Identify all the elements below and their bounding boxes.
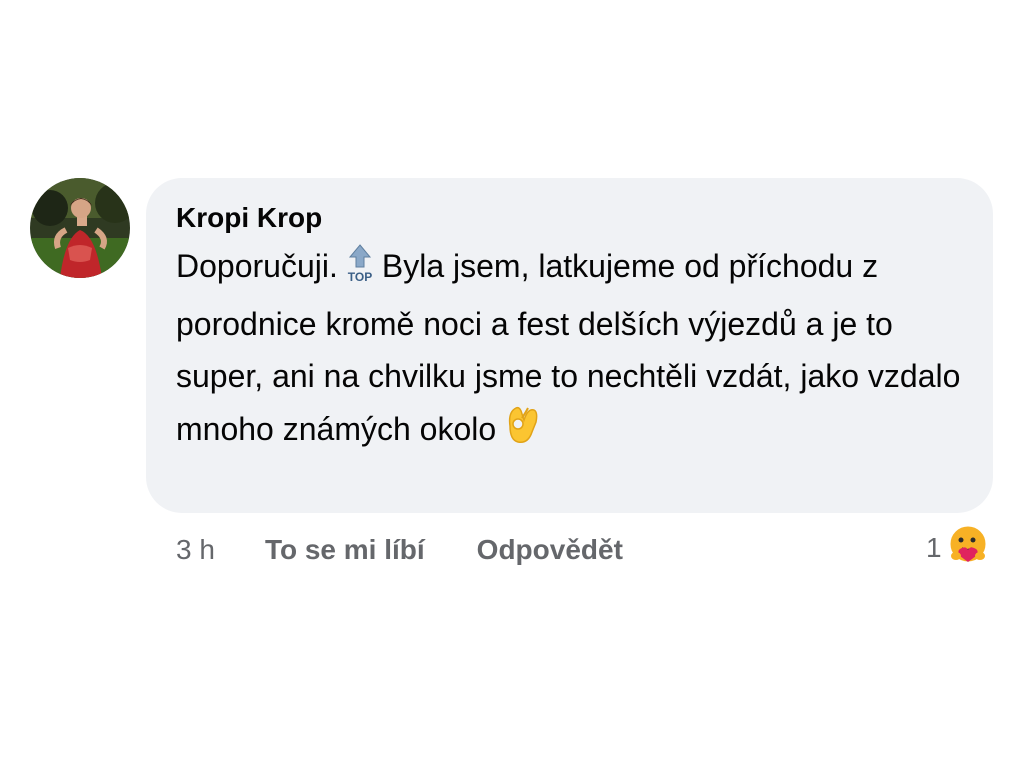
comment-bubble: Kropi Krop Doporučuji. TOP Byla jsem, latk… <box>146 178 993 513</box>
avatar[interactable] <box>30 178 130 278</box>
top-arrow-icon: TOP <box>344 243 376 298</box>
avatar-image <box>30 178 130 278</box>
ok-hand-icon <box>502 402 544 461</box>
reply-button[interactable]: Odpovědět <box>477 534 623 566</box>
comment-timestamp[interactable]: 3 h <box>176 534 215 566</box>
comment-actions: 3 h To se mi líbí Odpovědět <box>176 530 675 570</box>
comment-author[interactable]: Kropi Krop <box>176 200 993 236</box>
care-reaction-icon <box>946 522 990 573</box>
like-button[interactable]: To se mi líbí <box>265 534 425 566</box>
reaction-count: 1 <box>926 531 942 563</box>
reaction-summary[interactable]: 1 <box>926 522 990 573</box>
svg-text:TOP: TOP <box>348 270 372 283</box>
comment-text: Doporučuji. TOP Byla jsem, latkujeme od př… <box>176 240 976 461</box>
comment-text-part1: Doporučuji. <box>176 248 338 284</box>
